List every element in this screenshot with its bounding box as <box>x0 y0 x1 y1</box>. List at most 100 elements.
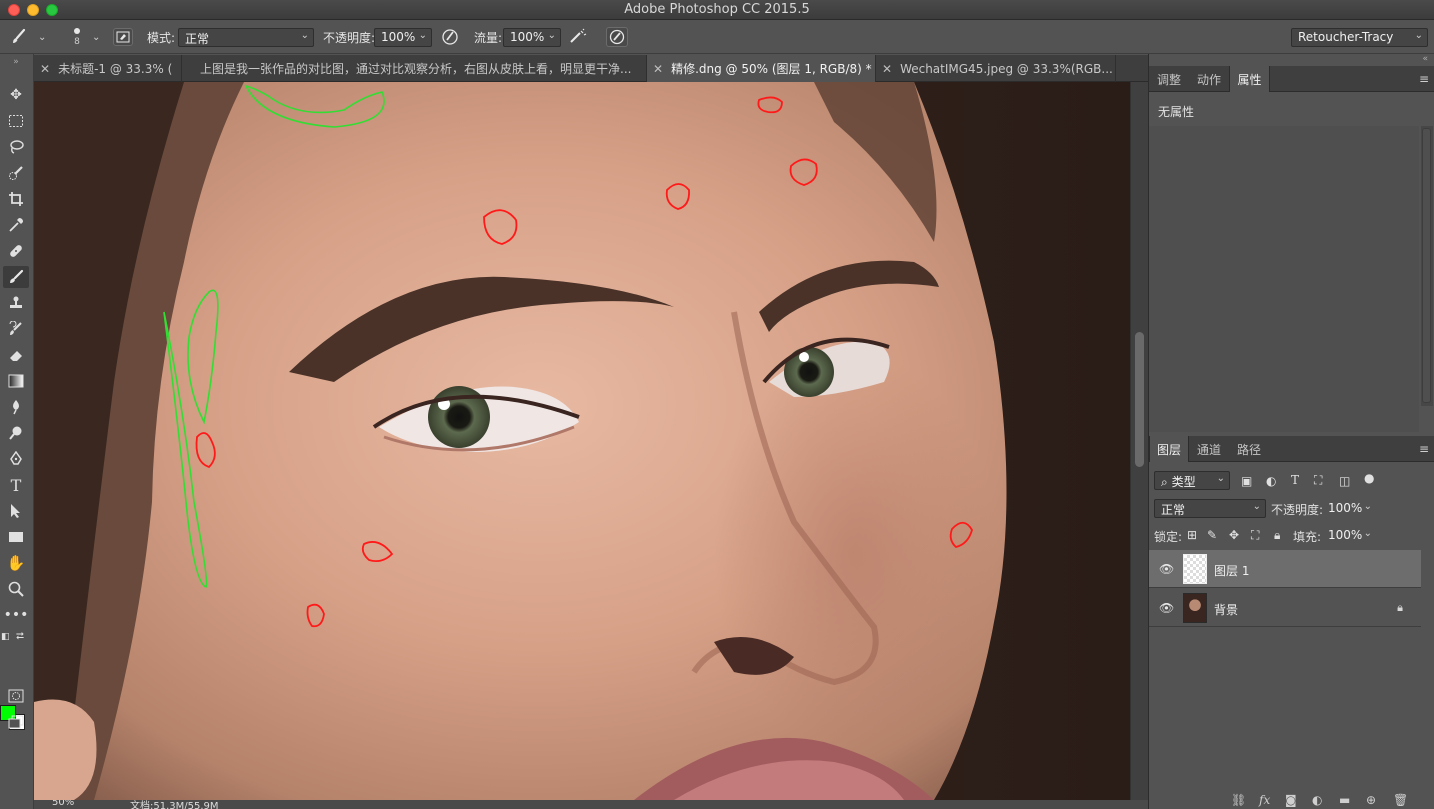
layer-style-icon[interactable]: fx <box>1259 793 1270 807</box>
visibility-eye-icon[interactable]: 👁︎ <box>1159 601 1174 615</box>
crop-tool-icon[interactable] <box>3 188 29 210</box>
filter-smart-object-icon[interactable]: ◫ <box>1339 474 1350 488</box>
panel-menu-icon[interactable]: ≡ <box>1419 72 1429 86</box>
zoom-tool-icon[interactable] <box>3 578 29 600</box>
chevron-down-icon: ⌄ <box>1252 501 1261 512</box>
clone-stamp-tool-icon[interactable] <box>3 292 29 314</box>
layer-blend-mode-select[interactable]: 正常 ⌄ <box>1154 499 1266 518</box>
panel-menu-icon[interactable]: ≡ <box>1419 442 1429 456</box>
collapse-tools-icon[interactable]: » <box>3 56 29 68</box>
opacity-input[interactable]: 100% ⌄ <box>374 28 432 47</box>
flow-input[interactable]: 100% ⌄ <box>503 28 561 47</box>
layer-name[interactable]: 图层 1 <box>1214 562 1249 579</box>
layer-row[interactable]: 👁︎ 图层 1 <box>1149 550 1421 588</box>
link-layers-icon[interactable]: ⛓ <box>1231 793 1246 807</box>
tab-properties[interactable]: 属性 <box>1229 66 1270 92</box>
history-brush-tool-icon[interactable] <box>3 318 29 340</box>
visibility-eye-icon[interactable]: 👁︎ <box>1159 562 1174 576</box>
dodge-tool-icon[interactable] <box>3 422 29 444</box>
scrollbar-thumb[interactable] <box>1135 332 1144 467</box>
lock-all-icon[interactable]: 🔒︎ <box>1274 528 1280 543</box>
filter-type-icon[interactable]: T <box>1291 473 1299 487</box>
more-tools-icon[interactable]: ••• <box>3 604 29 626</box>
brush-tool-preset-icon[interactable] <box>8 27 30 47</box>
screen-mode-icon[interactable] <box>3 711 29 733</box>
fill-input[interactable]: 100% ⌄ <box>1321 526 1377 545</box>
blur-tool-icon[interactable] <box>3 396 29 418</box>
pressure-opacity-icon[interactable] <box>439 27 461 47</box>
lock-artboard-icon[interactable]: ⛶ <box>1251 528 1259 543</box>
document-tab[interactable]: 上图是我一张作品的对比图，通过对比观察分析，右图从皮肤上看，明显更干净... <box>182 55 647 82</box>
new-group-icon[interactable]: ▬ <box>1339 793 1350 807</box>
lock-label: 锁定: <box>1154 530 1183 544</box>
layer-row[interactable]: 👁︎ 背景 🔒︎ <box>1149 589 1421 627</box>
close-tab-icon[interactable]: ✕ <box>653 62 663 76</box>
move-tool-icon[interactable]: ✥ <box>3 84 29 106</box>
opacity-value: 100% <box>381 30 416 44</box>
workspace-select[interactable]: Retoucher-Tracy ⌄ <box>1291 28 1428 47</box>
brush-size-value: 8 <box>74 36 80 47</box>
tab-layers[interactable]: 图层 <box>1149 436 1189 462</box>
properties-scrollbar[interactable] <box>1421 126 1433 406</box>
brush-panel-toggle-icon[interactable] <box>113 28 133 46</box>
chevron-down-icon[interactable]: ⌄ <box>38 20 46 54</box>
lasso-tool-icon[interactable] <box>3 136 29 158</box>
document-tab[interactable]: ✕ WechatIMG45.jpeg @ 33.3%(RGB... <box>876 55 1116 82</box>
mode-label: 模式: <box>147 30 176 45</box>
layers-bottom-toolbar: ⛓ fx ◙ ◐ ▬ ⊕ 🗑︎ <box>1149 792 1434 809</box>
close-tab-icon[interactable]: ✕ <box>882 62 892 76</box>
quick-selection-tool-icon[interactable] <box>3 162 29 184</box>
layer-filter-select[interactable]: ⌕ 类型 ⌄ <box>1154 471 1230 490</box>
default-colors-icon[interactable]: ◧ <box>1 632 10 642</box>
filter-pixel-icon[interactable]: ▣ <box>1241 474 1252 488</box>
chevron-down-icon[interactable]: ⌄ <box>92 20 100 54</box>
scrollbar-thumb[interactable] <box>1422 128 1431 403</box>
tab-label: WechatIMG45.jpeg @ 33.3%(RGB... <box>900 61 1113 76</box>
fill-label: 填充: <box>1293 530 1322 544</box>
add-mask-icon[interactable]: ◙ <box>1285 793 1297 807</box>
new-layer-icon[interactable]: ⊕ <box>1366 793 1376 807</box>
tab-channels[interactable]: 通道 <box>1189 436 1229 462</box>
document-tab-active[interactable]: ✕ 精修.dng @ 50% (图层 1, RGB/8) * <box>647 55 876 82</box>
pressure-size-icon[interactable] <box>606 27 628 47</box>
title-bar: Adobe Photoshop CC 2015.5 <box>0 0 1434 20</box>
rectangle-tool-icon[interactable] <box>3 526 29 548</box>
zoom-level[interactable]: 50% <box>52 800 74 808</box>
type-tool-icon[interactable]: T <box>3 474 29 496</box>
hand-tool-icon[interactable]: ✋ <box>3 552 29 574</box>
lock-position-icon[interactable]: ✥ <box>1229 528 1239 542</box>
airbrush-icon[interactable] <box>567 27 589 47</box>
path-selection-tool-icon[interactable] <box>3 500 29 522</box>
filter-shape-icon[interactable]: ⛶ <box>1314 473 1322 488</box>
filter-adjustment-icon[interactable]: ◐ <box>1266 474 1276 488</box>
gradient-tool-icon[interactable] <box>3 370 29 392</box>
quick-mask-icon[interactable] <box>3 685 29 707</box>
blend-mode-select[interactable]: 正常 ⌄ <box>178 28 314 47</box>
new-adjustment-layer-icon[interactable]: ◐ <box>1312 793 1322 807</box>
lock-transparency-icon[interactable]: ⊞ <box>1187 528 1197 542</box>
brush-size-picker[interactable]: 8 <box>66 20 88 54</box>
eyedropper-tool-icon[interactable] <box>3 214 29 236</box>
tab-paths[interactable]: 路径 <box>1229 436 1269 462</box>
lock-pixels-icon[interactable]: ✎ <box>1207 528 1217 542</box>
chevron-down-icon: ⌄ <box>1216 473 1225 484</box>
canvas-vertical-scrollbar[interactable] <box>1130 82 1148 800</box>
marquee-tool-icon[interactable] <box>3 110 29 132</box>
swap-colors-icon[interactable]: ⮂ <box>16 631 24 642</box>
tab-adjustments[interactable]: 调整 <box>1149 66 1189 92</box>
tab-label: 未标题-1 @ 33.3% ( <box>58 62 173 76</box>
eraser-tool-icon[interactable] <box>3 344 29 366</box>
tab-actions[interactable]: 动作 <box>1189 66 1229 92</box>
layer-opacity-input[interactable]: 100% ⌄ <box>1321 499 1377 518</box>
collapse-panels-icon[interactable]: « <box>1422 54 1428 64</box>
chevron-down-icon: ⌄ <box>1414 30 1423 41</box>
pen-tool-icon[interactable] <box>3 448 29 470</box>
document-canvas[interactable] <box>34 82 1130 800</box>
layer-name[interactable]: 背景 <box>1214 601 1238 618</box>
close-tab-icon[interactable]: ✕ <box>40 62 50 76</box>
delete-layer-icon[interactable]: 🗑︎ <box>1393 793 1408 807</box>
healing-brush-tool-icon[interactable] <box>3 240 29 262</box>
brush-tool-icon[interactable] <box>3 266 29 288</box>
document-tab[interactable]: ✕ 未标题-1 @ 33.3% ( <box>34 55 182 82</box>
filter-toggle-icon[interactable]: ● <box>1364 471 1374 485</box>
